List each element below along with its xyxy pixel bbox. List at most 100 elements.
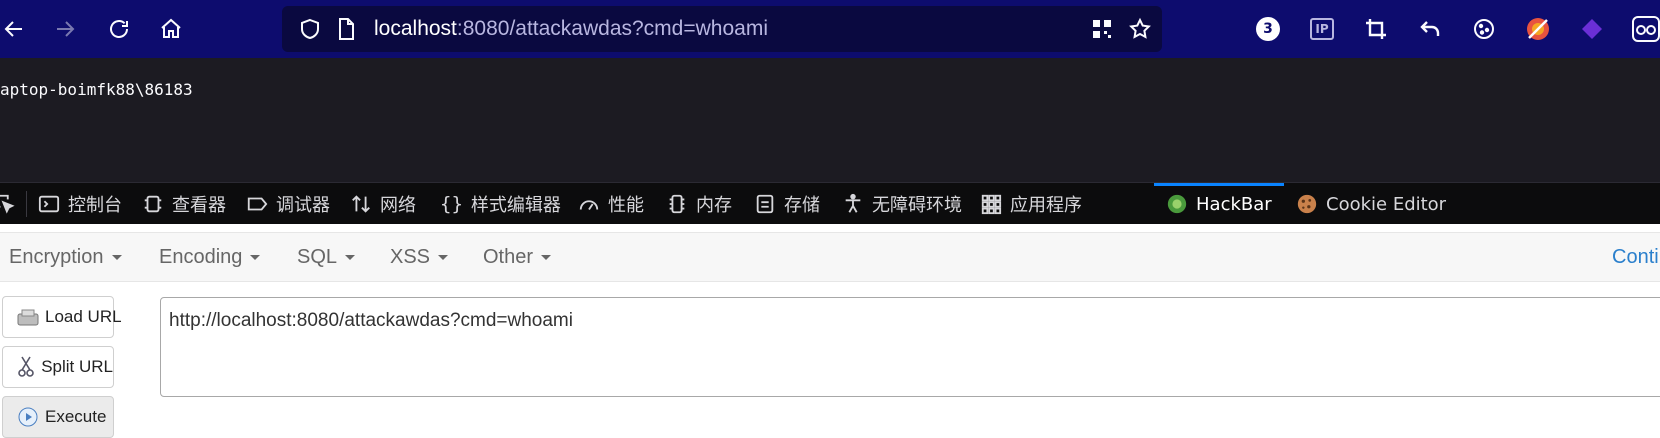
debugger-icon — [247, 197, 268, 211]
cookie-extension-button[interactable] — [1470, 15, 1498, 43]
page-info-icon[interactable] — [334, 17, 358, 41]
glasses-extension-button[interactable] — [1632, 15, 1660, 43]
performance-icon — [579, 200, 599, 211]
memory-icon — [669, 194, 685, 214]
inspector-icon — [144, 195, 162, 213]
tab-memory[interactable]: 内存 — [666, 183, 732, 225]
purple-extension-button[interactable] — [1578, 15, 1606, 43]
play-icon — [17, 406, 39, 428]
browser-toolbar: localhost:8080/attackawdas?cmd=whoami 3 … — [0, 0, 1660, 58]
tab-hackbar[interactable]: HackBar — [1154, 183, 1284, 225]
button-label: Load URL — [45, 307, 122, 326]
tab-application[interactable]: 应用程序 — [980, 183, 1082, 225]
tab-label: 性能 — [608, 195, 644, 216]
cookie-outline-icon — [1474, 19, 1494, 39]
url-path: :8080/attackawdas?cmd=whoami — [456, 17, 768, 40]
accessibility-icon — [845, 193, 861, 213]
bookmark-star-icon[interactable] — [1128, 17, 1152, 41]
glasses-icon — [1632, 16, 1660, 42]
extension-badge-button[interactable]: 3 — [1254, 15, 1282, 43]
menu-label: Encryption — [9, 246, 104, 268]
split-url-button[interactable]: Split URL — [2, 346, 114, 388]
menu-label: SQL — [297, 246, 338, 268]
menu-encoding[interactable]: Encoding — [159, 246, 261, 269]
forward-button[interactable] — [45, 9, 85, 49]
red-extension-button[interactable] — [1524, 15, 1552, 43]
cookie-icon — [1297, 194, 1317, 214]
ip-extension-button[interactable]: IP — [1308, 15, 1336, 43]
red-extension-icon — [1527, 18, 1549, 40]
caret-down-icon — [250, 255, 261, 261]
tab-label: 内存 — [696, 195, 732, 216]
back-arrow-icon — [4, 21, 22, 37]
element-picker-button[interactable] — [0, 183, 24, 225]
console-icon — [38, 195, 60, 213]
forward-arrow-icon — [57, 21, 75, 37]
undo-icon — [1420, 21, 1440, 36]
address-bar[interactable]: localhost:8080/attackawdas?cmd=whoami — [282, 6, 1162, 52]
tab-label: Cookie Editor — [1326, 193, 1447, 215]
hackbar-icon — [1167, 194, 1187, 214]
home-icon — [161, 18, 181, 38]
reload-button[interactable] — [99, 9, 139, 49]
menu-sql[interactable]: SQL — [297, 246, 356, 269]
url-host: localhost — [374, 17, 457, 40]
undo-button[interactable] — [1416, 15, 1444, 43]
menu-contribute-link[interactable]: Conti — [1612, 246, 1659, 269]
load-url-button[interactable]: Load URL — [2, 296, 122, 338]
hackbar-menubar: Encryption Encoding SQL XSS Other Conti — [0, 232, 1660, 282]
back-button[interactable] — [0, 9, 34, 49]
caret-down-icon — [111, 255, 122, 261]
tab-accessibility[interactable]: 无障碍环境 — [842, 183, 962, 225]
diamond-icon — [1582, 19, 1602, 39]
menu-label: Other — [483, 246, 534, 268]
menu-label: Encoding — [159, 246, 243, 268]
caret-down-icon — [438, 255, 449, 261]
tab-storage[interactable]: 存储 — [754, 183, 820, 225]
badge-count: 3 — [1256, 17, 1280, 41]
tab-label: 查看器 — [172, 195, 226, 216]
url-text[interactable]: localhost:8080/attackawdas?cmd=whoami — [374, 17, 768, 41]
tab-cookie-editor[interactable]: Cookie Editor — [1296, 183, 1446, 225]
crop-button[interactable] — [1362, 15, 1390, 43]
caret-down-icon — [541, 255, 552, 261]
tab-inspector[interactable]: 查看器 — [142, 183, 226, 225]
url-textarea-value: http://localhost:8080/attackawdas?cmd=wh… — [169, 310, 573, 331]
tab-label: 调试器 — [276, 195, 330, 216]
crop-icon — [1366, 19, 1386, 39]
tab-debugger[interactable]: 调试器 — [246, 183, 330, 225]
tab-label: 存储 — [784, 195, 820, 216]
tab-label: 控制台 — [68, 195, 122, 216]
menu-other[interactable]: Other — [483, 246, 552, 269]
reload-icon — [110, 20, 128, 38]
storage-icon — [756, 194, 774, 214]
tab-label: 样式编辑器 — [470, 195, 561, 216]
execute-button[interactable]: Execute — [2, 396, 114, 438]
url-textarea[interactable]: http://localhost:8080/attackawdas?cmd=wh… — [160, 297, 1660, 397]
hackbar-panel: Encryption Encoding SQL XSS Other Conti … — [0, 224, 1660, 438]
tab-divider — [26, 191, 27, 217]
tab-label: 应用程序 — [1010, 195, 1082, 216]
scissors-icon — [17, 356, 35, 378]
shield-icon[interactable] — [298, 17, 322, 41]
home-button[interactable] — [151, 9, 191, 49]
menu-encryption[interactable]: Encryption — [9, 246, 122, 269]
page-content: aptop-boimfk88\86183 — [0, 58, 1660, 182]
tab-label: 无障碍环境 — [872, 195, 962, 216]
network-icon — [352, 195, 370, 213]
devtools-tabbar: 控制台 查看器 调试器 网络 {} 样式编辑器 性能 内存 存储 无障碍环境 应… — [0, 182, 1660, 225]
application-icon — [981, 194, 1002, 215]
element-picker-icon — [0, 194, 15, 214]
load-icon — [17, 306, 39, 328]
tab-style-editor[interactable]: {} 样式编辑器 — [440, 183, 561, 225]
qr-code-icon[interactable] — [1090, 17, 1114, 41]
tab-network[interactable]: 网络 — [350, 183, 416, 225]
tab-label: 网络 — [380, 195, 416, 216]
button-label: Split URL — [41, 357, 113, 376]
tab-console[interactable]: 控制台 — [38, 183, 122, 225]
style-editor-icon: {} — [440, 193, 463, 215]
ip-icon: IP — [1310, 18, 1334, 40]
tab-performance[interactable]: 性能 — [578, 183, 644, 225]
menu-xss[interactable]: XSS — [390, 246, 449, 269]
command-output: aptop-boimfk88\86183 — [0, 80, 193, 99]
